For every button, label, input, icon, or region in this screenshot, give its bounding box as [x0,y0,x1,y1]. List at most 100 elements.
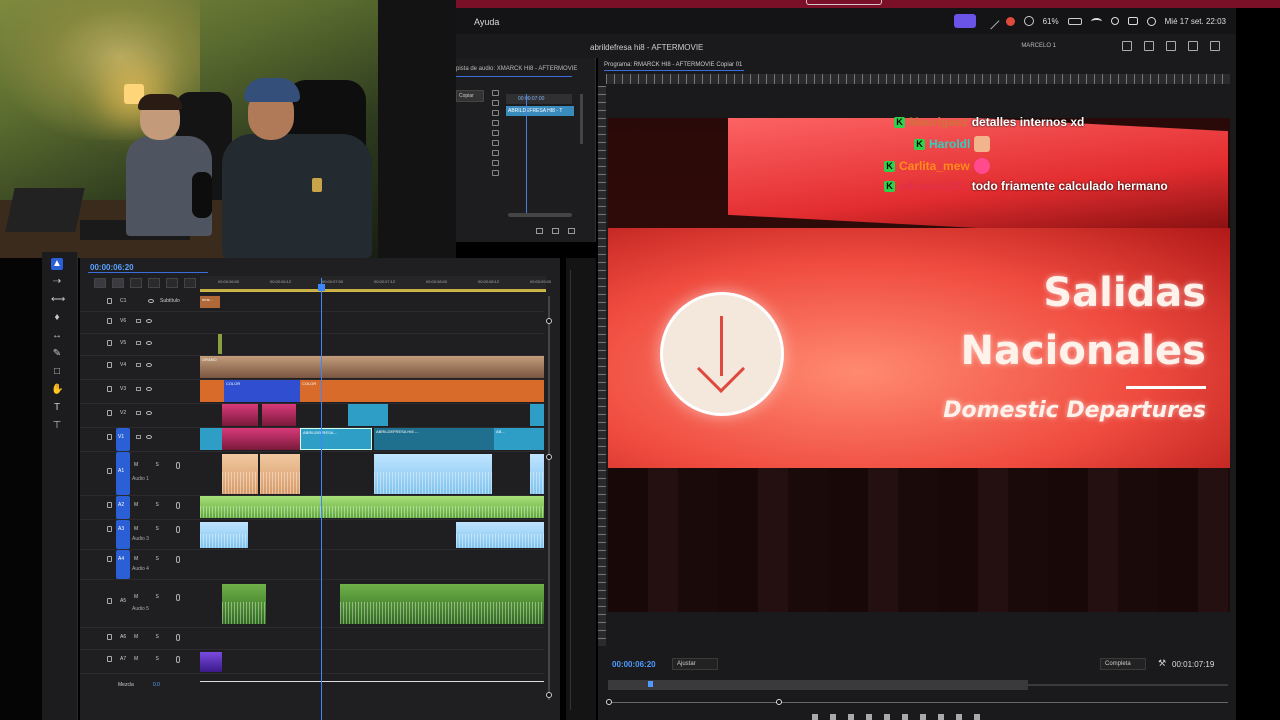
track-v4[interactable]: GRANO [200,356,544,380]
eye-icon[interactable] [146,435,152,439]
overwrite-icon[interactable] [956,714,962,720]
razor-tool-icon[interactable]: ♦ [51,312,63,324]
track-select-tool-icon[interactable]: ⇢ [51,276,63,288]
type-tool-icon[interactable]: T [51,402,63,414]
snap-icon[interactable] [112,278,124,288]
lock-icon[interactable] [107,340,112,346]
track-v2[interactable] [200,404,544,428]
track-toggle-icon[interactable] [492,170,499,176]
mic-icon[interactable] [176,502,180,509]
track-toggle-icon[interactable] [492,160,499,166]
fullscreen-icon[interactable] [1210,41,1220,51]
track-header-v6[interactable]: V6 [80,312,200,334]
audio-clip[interactable] [260,454,300,494]
mic-icon[interactable] [176,634,180,641]
zoom-handle-end[interactable] [776,699,782,705]
source-patch-a3[interactable] [116,520,130,549]
track-toggle-icon[interactable] [492,90,499,96]
track-header-c1[interactable]: C1 Subtítulo [80,292,200,312]
export-icon[interactable] [568,228,575,234]
mic-icon[interactable] [176,462,180,469]
track-v5[interactable] [200,334,544,356]
eye-icon[interactable] [146,411,152,415]
lock-icon[interactable] [107,362,112,368]
video-clip[interactable]: ABRILDEFRESA HI8 -... [374,428,494,450]
video-clip[interactable] [530,404,544,426]
sync-lock-icon[interactable] [136,411,141,415]
track-header-a4[interactable]: A4 M S Audio 4 [80,550,200,580]
selection-tool-icon[interactable]: ▲ [51,258,63,270]
source-dropdown[interactable]: Copiar [456,90,484,102]
subtitle-clip[interactable]: mos... [200,296,220,308]
play-icon[interactable] [884,714,890,720]
program-current-timecode[interactable]: 00:00:06:20 [612,660,656,669]
mix-value[interactable]: 0.0 [153,682,160,688]
eye-icon[interactable] [146,319,152,323]
track-header-v4[interactable]: V4 [80,356,200,380]
timeline-vertical-scrollbar[interactable] [546,296,552,700]
mic-icon[interactable] [176,526,180,533]
video-clip[interactable]: AB... [494,428,544,450]
audio-clip[interactable] [456,522,544,548]
eye-icon[interactable] [146,341,152,345]
mark-out-icon[interactable] [830,714,836,720]
mic-icon[interactable] [176,656,180,663]
source-clip[interactable]: ABRILDEFRESA HI8 - T [506,106,574,116]
track-header-a3[interactable]: A3 M S Audio 3 [80,520,200,550]
source-panel-tab[interactable]: pista de audio: XMARCK HI8 - AFTERMOVIE [456,66,577,72]
small-clip[interactable] [218,334,222,354]
track-header-a1[interactable]: A1 M S Audio 1 [80,452,200,496]
search-icon[interactable] [1188,41,1198,51]
track-a1[interactable] [200,452,544,496]
mute-solo-buttons[interactable]: M S [134,502,167,508]
lock-icon[interactable] [107,386,112,392]
video-clip[interactable] [348,404,388,426]
video-clip[interactable] [262,404,296,426]
timeline-ruler[interactable]: 00:00:06:00 00:00:06:12 00:00:07:00 00:0… [200,276,551,292]
track-header-a5[interactable]: A5 M S Audio 5 [80,580,200,628]
track-a2[interactable] [200,496,544,520]
captions-icon[interactable] [184,278,196,288]
wifi-icon[interactable] [1090,17,1102,25]
track-toggle-icon[interactable] [492,150,499,156]
eye-icon[interactable] [146,363,152,367]
mute-solo-buttons[interactable]: M S [134,634,167,640]
eye-icon[interactable] [146,387,152,391]
video-clip[interactable] [222,428,260,450]
notification-pill[interactable] [806,0,882,5]
audio-clip[interactable] [340,584,544,624]
track-toggle-icon[interactable] [492,110,499,116]
nest-icon[interactable] [94,278,106,288]
panel-icon[interactable] [1122,41,1132,51]
pen-tool-icon[interactable]: ✎ [51,348,63,360]
audio-clip[interactable] [374,454,458,494]
track-header-v5[interactable]: V5 [80,334,200,356]
audio-clip[interactable] [222,454,258,494]
lock-icon[interactable] [107,556,112,562]
playback-quality-dropdown[interactable]: Completa [1100,658,1146,670]
audio-clip[interactable] [458,454,492,494]
mute-solo-buttons[interactable]: M S [134,556,167,562]
add-marker-icon[interactable] [148,278,160,288]
mic-icon[interactable] [176,556,180,563]
track-header-v3[interactable]: V3 [80,380,200,404]
battery-icon[interactable] [1067,17,1082,25]
control-center-icon[interactable] [1127,17,1138,25]
program-playhead[interactable] [648,681,653,687]
filter-icon[interactable] [536,228,543,234]
export-icon[interactable] [1144,41,1154,51]
source-vertical-scrollbar[interactable] [580,94,583,144]
source-patch-a4[interactable] [116,550,130,579]
go-to-in-icon[interactable] [848,714,854,720]
wrench-icon[interactable]: ⚒ [1158,658,1168,668]
pen-icon[interactable] [982,12,1000,30]
premiere-menu-icon[interactable] [953,14,976,28]
track-toggle-icon[interactable] [492,140,499,146]
track-v6[interactable] [200,312,544,334]
grano-adjustment-clip[interactable]: GRANO [200,356,544,378]
audio-clip[interactable] [200,522,248,548]
track-a7[interactable] [200,650,544,674]
playhead-handle[interactable] [318,284,325,291]
scroll-handle-mid[interactable] [546,454,552,460]
lock-icon[interactable] [107,410,112,416]
